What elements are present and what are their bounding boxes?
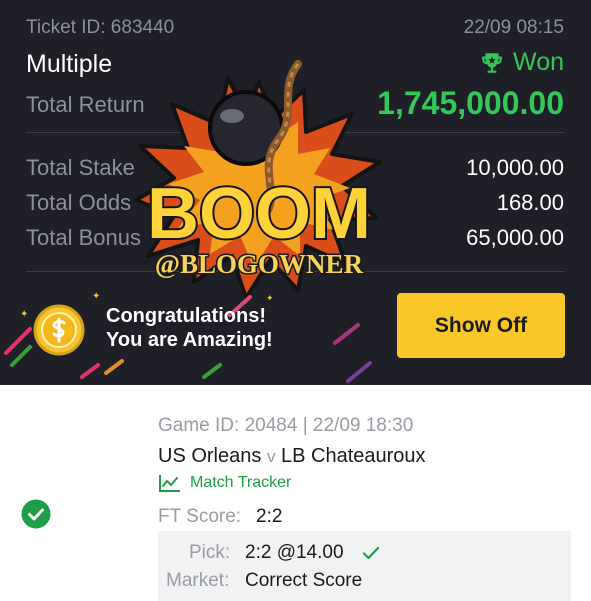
versus-label: v: [266, 447, 276, 466]
line-chart-icon: [159, 475, 180, 492]
ticket-type: Multiple: [26, 50, 113, 78]
total-odds-value: 168.00: [496, 190, 564, 215]
trophy-icon: [482, 52, 502, 73]
match-tracker-link[interactable]: Match Tracker: [158, 473, 291, 493]
svg-text:✦: ✦: [92, 291, 100, 302]
market-value: Correct Score: [245, 570, 363, 591]
won-check-circle-icon: [21, 499, 51, 529]
home-team: US Orleans: [158, 445, 262, 467]
coin-icon: [33, 304, 85, 356]
ticket-id: Ticket ID: 683440: [26, 17, 175, 38]
ticket-datetime: 22/09 08:15: [463, 17, 564, 38]
total-stake-value: 10,000.00: [466, 155, 564, 180]
watermark-text: @BLOGOWNER: [155, 249, 364, 279]
pick-label: Pick:: [189, 542, 231, 563]
match-title: US Orleans v LB Chateauroux: [158, 445, 426, 468]
svg-text:✦: ✦: [266, 293, 274, 303]
congrats-line1: Congratulations!: [106, 305, 266, 327]
ticket-status: Won: [479, 48, 564, 77]
congrats-banner: ✦ ✦ ✦ Congratulations! You are Amazing! …: [0, 285, 591, 385]
boom-text: BOOM: [147, 174, 371, 254]
congrats-line2: You are Amazing!: [106, 329, 273, 351]
ft-score-value: 2:2: [256, 506, 283, 527]
status-label: Won: [513, 48, 564, 76]
game-id: Game ID: 20484 | 22/09 18:30: [158, 415, 414, 436]
total-stake-label: Total Stake: [26, 155, 135, 180]
total-return-value: 1,745,000.00: [377, 85, 564, 121]
svg-text:✦: ✦: [20, 309, 28, 320]
total-odds-label: Total Odds: [26, 190, 132, 215]
check-icon: [362, 546, 380, 560]
selection-details-panel: Game ID: 20484 | 22/09 18:30 US Orleans …: [0, 385, 591, 601]
match-tracker-label: Match Tracker: [190, 474, 292, 491]
show-off-button[interactable]: Show Off: [397, 293, 565, 358]
total-bonus-label: Total Bonus: [26, 225, 141, 250]
boom-watermark-overlay: BOOM @BLOGOWNER: [134, 60, 382, 300]
pick-value: 2:2 @14.00: [245, 542, 344, 563]
market-label: Market:: [166, 570, 230, 591]
total-bonus-value: 65,000.00: [466, 225, 564, 250]
ticket-summary-panel: Ticket ID: 683440 22/09 08:15 Multiple W…: [0, 0, 591, 385]
ft-score-label: FT Score:: [158, 506, 242, 527]
total-return-label: Total Return: [26, 92, 145, 117]
away-team: LB Chateauroux: [281, 445, 426, 467]
